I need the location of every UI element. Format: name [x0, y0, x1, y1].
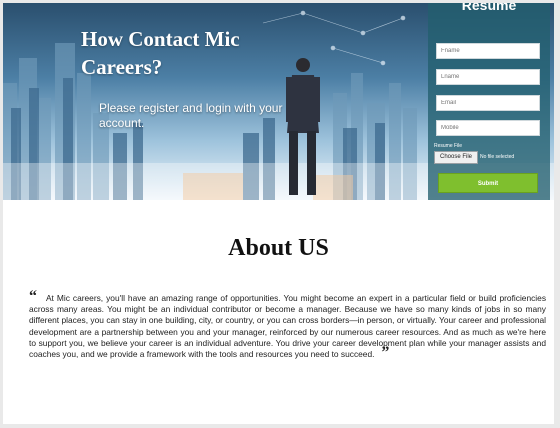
choose-file-button[interactable]: Choose File — [434, 151, 478, 164]
page: How Contact Mic Careers? Please register… — [3, 3, 554, 424]
close-quote-icon: ” — [381, 344, 390, 362]
hero-banner: How Contact Mic Careers? Please register… — [3, 3, 554, 200]
resume-form-panel: Resume Resume File Choose File No file s… — [428, 3, 550, 200]
submit-button[interactable]: Submit — [438, 173, 538, 193]
resume-title: Resume — [461, 3, 517, 13]
no-file-status: No file selected — [480, 154, 515, 160]
about-heading: About US — [228, 235, 329, 261]
mobile-input[interactable] — [436, 120, 540, 136]
hero-title: How Contact Mic Careers? — [81, 27, 240, 79]
first-name-input[interactable] — [436, 43, 540, 59]
email-input[interactable] — [436, 95, 540, 111]
last-name-input[interactable] — [436, 69, 540, 85]
resume-file-label: Resume File — [434, 143, 463, 149]
about-paragraph: “ At Mic careers, you'll have an amazing… — [29, 289, 547, 362]
about-text: At Mic careers, you'll have an amazing r… — [29, 293, 547, 360]
hero-subtitle: Please register and login with your acco… — [99, 101, 283, 130]
open-quote-icon: “ — [29, 288, 37, 305]
